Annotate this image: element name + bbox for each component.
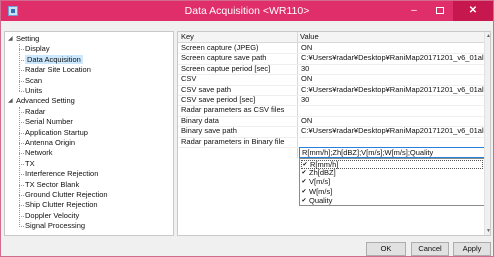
tree-item-label: Scan [25, 75, 43, 85]
setting-key[interactable]: Radar parameters as CSV files [181, 105, 296, 115]
tree-item-label: Radar [25, 106, 46, 116]
tree-item[interactable]: Units [25, 86, 42, 96]
ok-button[interactable]: OK [366, 242, 406, 256]
dropdown-option-label: V[m/s] [309, 177, 331, 187]
setting-value[interactable] [301, 105, 484, 115]
setting-key[interactable]: CSV [181, 74, 296, 84]
tree-item-label: Antenna Origin [25, 138, 76, 147]
tree-item[interactable]: Application Startup [25, 128, 88, 138]
checkbox-checked-icon[interactable]: ✔ [301, 188, 307, 195]
tree-item-label: Ship Clutter Rejection [25, 200, 98, 210]
dropdown-option-label: Quality [309, 195, 333, 205]
dropdown-option[interactable]: ✔ Zh[dBZ] [301, 169, 421, 177]
close-button[interactable]: ✕ [453, 1, 493, 21]
tree-item[interactable]: Interference Rejection [25, 169, 98, 179]
minimize-button[interactable]: – [403, 1, 425, 21]
vertical-scrollbar[interactable]: ▲ ▼ [484, 32, 490, 235]
tree-item-label: TX Sector Blank [25, 179, 80, 189]
tree-group-1[interactable]: Advanced Setting [16, 96, 75, 106]
tree-item[interactable]: Radar [25, 107, 45, 117]
tree-item[interactable]: TX [25, 159, 35, 169]
setting-value[interactable]: C:¥Users¥radar¥Desktop¥RaniMap20171201_v… [301, 85, 484, 95]
dropdown-option[interactable]: ✔ Quality [301, 195, 421, 205]
tree-guide-line [19, 44, 20, 92]
tree-item[interactable]: Signal Processing [25, 221, 85, 231]
tree-item-label: Signal Processing [25, 221, 86, 231]
tree-item[interactable]: TX Sector Blank [25, 180, 79, 190]
maximize-button[interactable] [429, 1, 451, 21]
tree-item-label: Application Startup [25, 127, 88, 137]
binary-params-dropdown: ✔ R[mm/h] ✔ Zh[dBZ] ✔ V[m/s] ✔ W[m/s] ✔ Quality [299, 158, 485, 206]
setting-value[interactable]: 30 [301, 95, 484, 105]
tree-item[interactable]: Data Acquisition [25, 54, 83, 65]
scroll-down-icon[interactable]: ▼ [485, 227, 490, 235]
setting-value[interactable]: C:¥Users¥radar¥Desktop¥RaniMap20171201_v… [301, 126, 484, 136]
value-column-header[interactable]: Value [300, 32, 319, 42]
tree-item[interactable]: Doppler Velocity [25, 211, 79, 221]
checkbox-checked-icon[interactable]: ✔ [301, 170, 307, 176]
setting-key[interactable]: Screen capture save path [181, 53, 296, 63]
setting-value[interactable]: 30 [301, 64, 484, 74]
binary-params-value: R[mm/h];Zh[dBZ];V[m/s];W[m/s];Quality [302, 148, 434, 157]
tree-item[interactable]: Ship Clutter Rejection [25, 200, 98, 210]
expand-arrow-icon[interactable]: ◢ [8, 35, 13, 42]
tree-item-label: Ground Clutter Rejection [25, 190, 108, 199]
cancel-button[interactable]: Cancel [411, 242, 449, 256]
tree-item-label: Doppler Velocity [25, 210, 80, 220]
tree-item-label: Serial Number [25, 117, 73, 127]
dropdown-option-label: Zh[dBZ] [309, 168, 336, 178]
dropdown-option-label: W[m/s] [309, 186, 333, 196]
dropdown-option[interactable]: ✔ W[m/s] [301, 186, 421, 196]
tree-group-0[interactable]: Setting [16, 34, 39, 44]
checkbox-checked-icon[interactable]: ✔ [301, 179, 307, 185]
scroll-up-icon[interactable]: ▲ [485, 32, 490, 40]
settings-grid: Key Value Screen capture (JPEG) ON Screen … [177, 31, 491, 236]
setting-value[interactable]: ON [301, 43, 484, 53]
apply-button[interactable]: Apply [453, 242, 491, 256]
tree-item[interactable]: Serial Number [25, 117, 73, 127]
title-bar: Data Acquisition <WR110> – ✕ [1, 1, 493, 21]
tree-item[interactable]: Display [25, 44, 50, 54]
setting-key[interactable]: Binary save path [181, 126, 296, 136]
tree-group-label: Setting [16, 34, 40, 43]
setting-key[interactable]: Binary data [181, 116, 296, 126]
setting-key[interactable]: CSV save path [181, 85, 296, 95]
tree-item-label: Units [25, 86, 43, 95]
tree-item[interactable]: Network [25, 148, 53, 158]
setting-value[interactable]: ON [301, 74, 484, 84]
checkbox-checked-icon[interactable]: ✔ [301, 197, 307, 204]
tree-group-label: Advanced Setting [16, 96, 75, 106]
settings-tree: ◢ Setting Display Data Acquisition Radar Sit… [4, 31, 174, 236]
setting-value[interactable]: ON [301, 116, 484, 126]
setting-key[interactable]: Radar parameters in Binary file [181, 137, 296, 147]
binary-params-field[interactable]: R[mm/h];Zh[dBZ];V[m/s];W[m/s];Quality [299, 147, 485, 158]
tree-item-label: Radar Site Location [25, 65, 91, 75]
setting-value[interactable]: C:¥Users¥radar¥Desktop¥RaniMap20171201_v… [301, 53, 484, 63]
tree-item-label: Data Acquisition [25, 54, 83, 64]
dropdown-option[interactable]: ✔ V[m/s] [301, 178, 421, 186]
tree-item[interactable]: Scan [25, 76, 42, 86]
key-column-header[interactable]: Key [181, 32, 194, 42]
setting-key[interactable]: Screen captue period [sec] [181, 64, 296, 74]
tree-guide-line [19, 106, 20, 227]
tree-item-label: Interference Rejection [25, 169, 99, 179]
expand-arrow-icon[interactable]: ◢ [8, 97, 13, 104]
tree-item-label: Network [25, 148, 53, 158]
tree-item[interactable]: Ground Clutter Rejection [25, 190, 108, 200]
setting-key[interactable]: CSV save period [sec] [181, 95, 296, 105]
data-acquisition-window: Data Acquisition <WR110> – ✕ ◢ Setting Dis… [0, 0, 494, 257]
setting-key[interactable]: Screen capture (JPEG) [181, 43, 296, 53]
grid-header: Key Value [178, 32, 484, 43]
tree-item[interactable]: Radar Site Location [25, 65, 91, 75]
tree-item[interactable]: Antenna Origin [25, 138, 75, 148]
tree-item-label: Display [25, 44, 50, 54]
maximize-icon [436, 6, 444, 14]
checkbox-checked-icon[interactable]: ✔ [302, 162, 308, 168]
tree-item-label: TX [25, 158, 35, 168]
